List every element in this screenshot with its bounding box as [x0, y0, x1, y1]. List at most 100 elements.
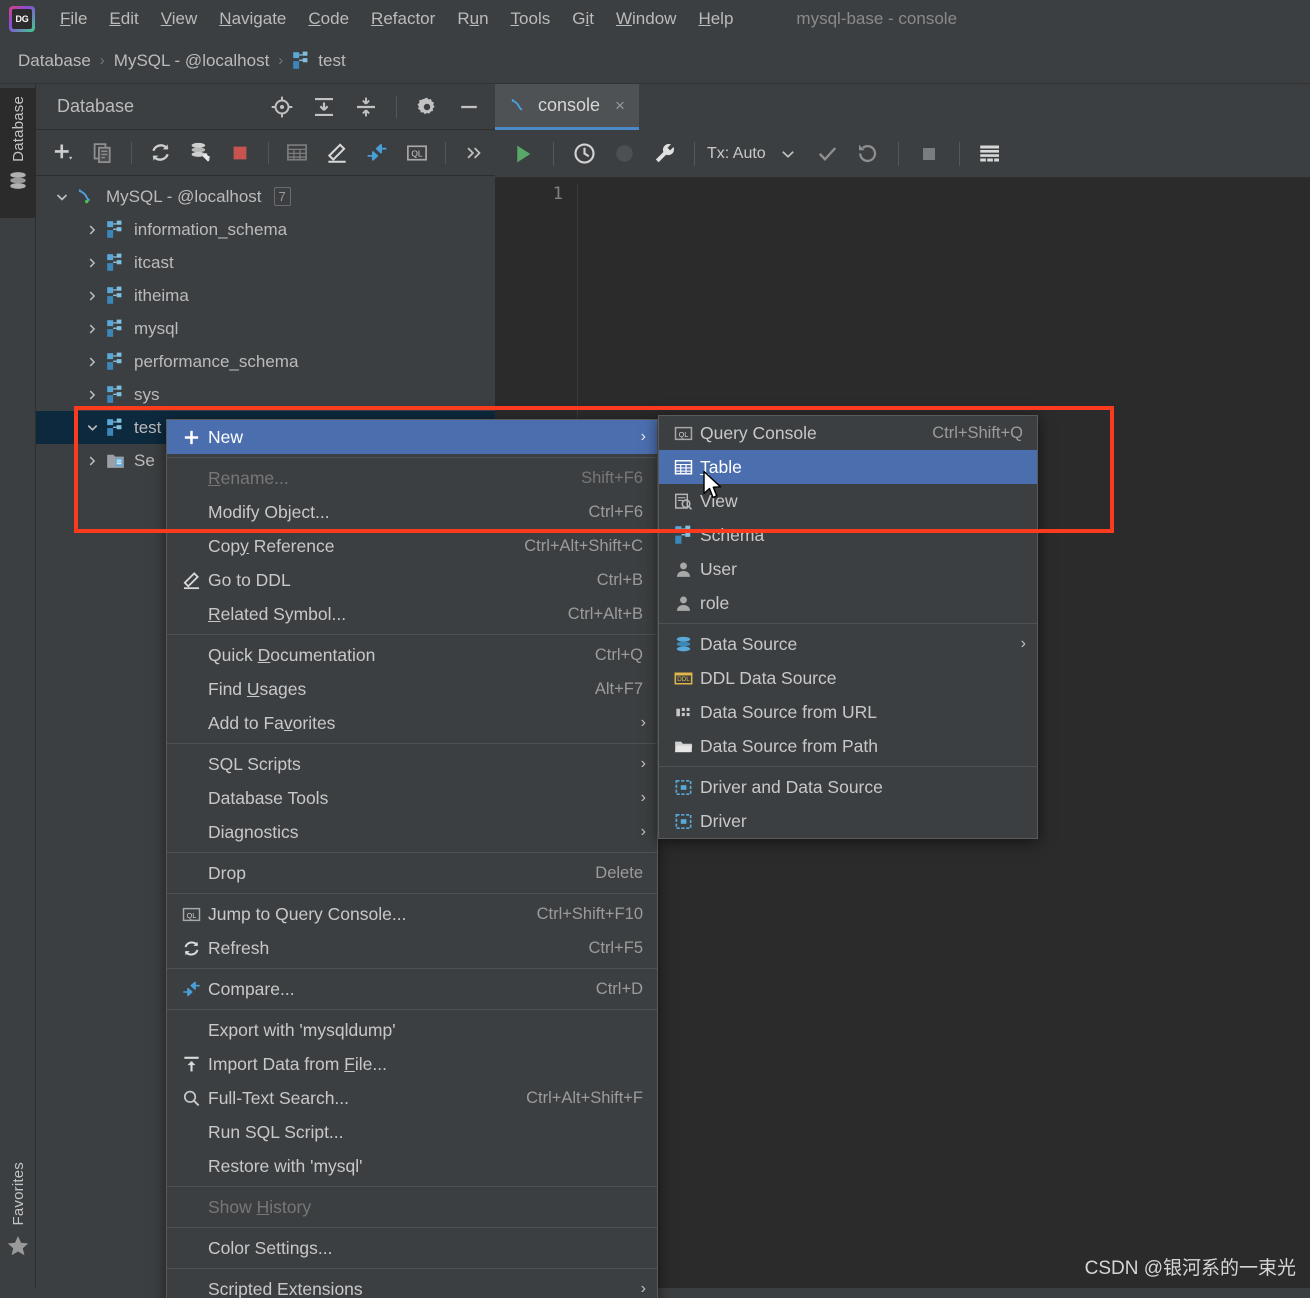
- menu-help[interactable]: Help: [687, 6, 744, 32]
- menu-git[interactable]: Git: [561, 6, 605, 32]
- schema-icon: [106, 253, 125, 272]
- menu-item-full-text-search[interactable]: Full-Text Search... Ctrl+Alt+Shift+F: [167, 1081, 657, 1115]
- cancel-square-icon[interactable]: [911, 137, 947, 171]
- menu-refactor[interactable]: Refactor: [360, 6, 446, 32]
- history-clock-icon[interactable]: [566, 137, 602, 171]
- menu-separator: [167, 968, 657, 969]
- chevron-right-icon[interactable]: [82, 223, 102, 237]
- menu-item-go-to-ddl[interactable]: Go to DDL Ctrl+B: [167, 563, 657, 597]
- chevron-right-icon[interactable]: [82, 388, 102, 402]
- menu-item-add-to-favorites[interactable]: Add to Favorites ›: [167, 706, 657, 740]
- svg-text:QL: QL: [679, 429, 689, 438]
- chevron-down-icon[interactable]: [52, 189, 72, 205]
- menu-edit[interactable]: Edit: [98, 6, 149, 32]
- menu-item-color-settings[interactable]: Color Settings...: [167, 1231, 657, 1265]
- more-chevrons-icon[interactable]: [457, 137, 491, 169]
- tree-row[interactable]: information_schema: [36, 213, 495, 246]
- menu-item-quick-documentation[interactable]: Quick Documentation Ctrl+Q: [167, 638, 657, 672]
- code-editor[interactable]: 1: [495, 178, 1310, 1284]
- menu-item-database-tools[interactable]: Database Tools ›: [167, 781, 657, 815]
- tab-console[interactable]: console ×: [495, 84, 639, 130]
- add-new-icon[interactable]: [46, 137, 80, 169]
- submenu-item-data-source[interactable]: Data Source ›: [659, 627, 1037, 661]
- chevron-down-icon[interactable]: [770, 137, 806, 171]
- stop-circle-icon[interactable]: [606, 137, 642, 171]
- menu-item-related-symbol[interactable]: Related Symbol... Ctrl+Alt+B: [167, 597, 657, 631]
- tree-row[interactable]: sys: [36, 378, 495, 411]
- menu-item-compare[interactable]: Compare... Ctrl+D: [167, 972, 657, 1006]
- menu-separator: [167, 893, 657, 894]
- menu-navigate[interactable]: Navigate: [208, 6, 297, 32]
- menu-item-jump-to-query-console[interactable]: QL Jump to Query Console... Ctrl+Shift+F…: [167, 897, 657, 931]
- datagrip-window: DG File Edit View Navigate Code Refactor…: [0, 0, 1310, 1298]
- rollback-icon[interactable]: [850, 137, 886, 171]
- menu-item-export-with-mysqldump[interactable]: Export with 'mysqldump': [167, 1013, 657, 1047]
- data-grid-icon[interactable]: [972, 137, 1008, 171]
- commit-check-icon[interactable]: [810, 137, 846, 171]
- submenu-item-role[interactable]: role: [659, 586, 1037, 620]
- refresh-icon[interactable]: [143, 137, 177, 169]
- submenu-item-ddl-data-source[interactable]: DDL DDL Data Source: [659, 661, 1037, 695]
- chevron-right-icon[interactable]: [82, 355, 102, 369]
- menu-item-find-usages[interactable]: Find Usages Alt+F7: [167, 672, 657, 706]
- hide-panel-icon[interactable]: [457, 95, 481, 119]
- expand-all-icon[interactable]: [312, 95, 336, 119]
- menu-item-scripted-extensions[interactable]: Scripted Extensions ›: [167, 1272, 657, 1298]
- breadcrumb-item-connection[interactable]: MySQL - @localhost: [114, 51, 270, 71]
- menu-item-diagnostics[interactable]: Diagnostics ›: [167, 815, 657, 849]
- query-console-icon[interactable]: QL: [400, 137, 434, 169]
- submenu-item-schema[interactable]: Schema: [659, 518, 1037, 552]
- breadcrumb-item-database[interactable]: Database: [18, 51, 91, 71]
- compare-icon[interactable]: [360, 137, 394, 169]
- menu-item-restore-with-mysql[interactable]: Restore with 'mysql': [167, 1149, 657, 1183]
- menu-item-sql-scripts[interactable]: SQL Scripts ›: [167, 747, 657, 781]
- menu-item-drop[interactable]: Drop Delete: [167, 856, 657, 890]
- tree-row[interactable]: itheima: [36, 279, 495, 312]
- menu-file[interactable]: File: [49, 6, 98, 32]
- submenu-item-driver-and-data-source[interactable]: Driver and Data Source: [659, 770, 1037, 804]
- collapse-all-icon[interactable]: [354, 95, 378, 119]
- schema-icon: [106, 286, 125, 305]
- chevron-right-icon[interactable]: [82, 289, 102, 303]
- submenu-item-driver[interactable]: Driver: [659, 804, 1037, 838]
- open-table-editor-icon[interactable]: [280, 137, 314, 169]
- tree-row[interactable]: itcast: [36, 246, 495, 279]
- submenu-item-data-source-from-url[interactable]: Data Source from URL: [659, 695, 1037, 729]
- tree-row[interactable]: MySQL - @localhost 7: [36, 180, 495, 213]
- menu-item-rename: Rename... Shift+F6: [167, 461, 657, 495]
- menu-window[interactable]: Window: [605, 6, 687, 32]
- wrench-icon[interactable]: [646, 137, 682, 171]
- chevron-right-icon[interactable]: [82, 256, 102, 270]
- menu-item-import-data-from-file[interactable]: Import Data from File...: [167, 1047, 657, 1081]
- close-icon[interactable]: ×: [615, 96, 625, 116]
- run-play-icon[interactable]: [505, 137, 541, 171]
- settings-gear-icon[interactable]: [415, 95, 439, 119]
- database-panel-header: Database: [36, 84, 495, 130]
- menu-item-modify-object[interactable]: Modify Object... Ctrl+F6: [167, 495, 657, 529]
- submenu-item-query-console[interactable]: QL Query Console Ctrl+Shift+Q: [659, 416, 1037, 450]
- strip-button-favorites[interactable]: Favorites: [0, 1162, 36, 1292]
- chevron-down-icon[interactable]: [82, 420, 102, 435]
- tree-row[interactable]: performance_schema: [36, 345, 495, 378]
- strip-button-database[interactable]: Database: [0, 88, 36, 218]
- menu-code[interactable]: Code: [297, 6, 360, 32]
- submenu-item-data-source-from-path[interactable]: Data Source from Path: [659, 729, 1037, 763]
- db-properties-icon[interactable]: [183, 137, 217, 169]
- tree-row[interactable]: mysql: [36, 312, 495, 345]
- menu-view[interactable]: View: [150, 6, 209, 32]
- menu-item-new[interactable]: New ›: [167, 420, 657, 454]
- menu-item-refresh[interactable]: Refresh Ctrl+F5: [167, 931, 657, 965]
- chevron-right-icon[interactable]: [82, 322, 102, 336]
- menu-item-run-sql-script[interactable]: Run SQL Script...: [167, 1115, 657, 1149]
- menu-item-copy-reference[interactable]: Copy Reference Ctrl+Alt+Shift+C: [167, 529, 657, 563]
- submenu-item-user[interactable]: User: [659, 552, 1037, 586]
- modify-object-icon[interactable]: [320, 137, 354, 169]
- stop-icon[interactable]: [223, 137, 257, 169]
- breadcrumb-item-schema[interactable]: test: [318, 51, 345, 71]
- menu-run[interactable]: Run: [446, 6, 499, 32]
- duplicate-icon[interactable]: [86, 137, 120, 169]
- chevron-right-icon[interactable]: [82, 454, 102, 468]
- locate-target-icon[interactable]: [270, 95, 294, 119]
- tx-mode-label[interactable]: Tx: Auto: [707, 145, 766, 163]
- menu-tools[interactable]: Tools: [500, 6, 562, 32]
